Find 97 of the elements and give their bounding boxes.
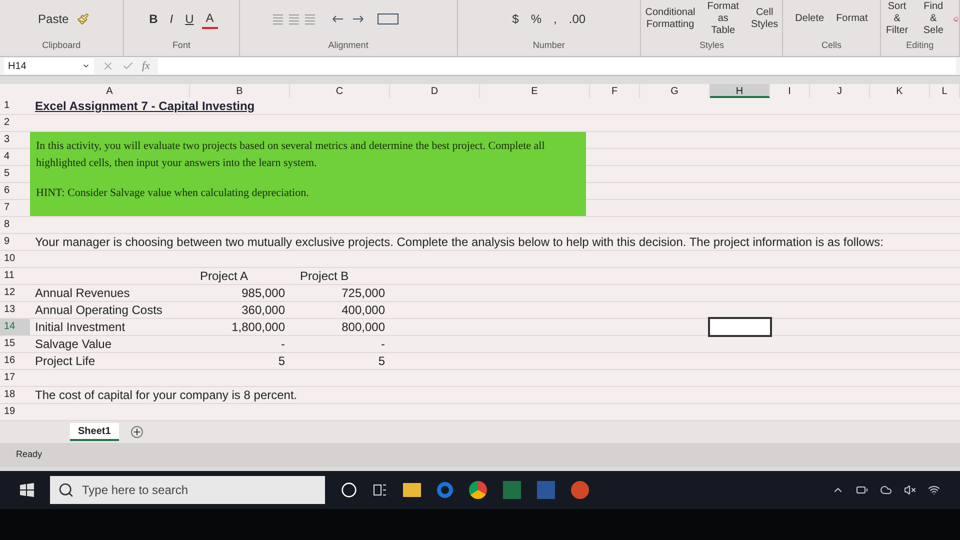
cell-text: - (281, 336, 286, 353)
column-header[interactable]: L (930, 84, 960, 98)
row-header[interactable]: 3 (0, 132, 30, 148)
cell-text: Salvage Value (34, 336, 112, 353)
group-label: Font (171, 38, 192, 52)
note-text: HINT: Consider Salvage value when calculating depreciation. (36, 186, 310, 201)
cell-text: Project B (300, 268, 349, 285)
cell-text: 800,000 (342, 319, 386, 336)
group-label: Clipboard (41, 38, 82, 52)
status-text: Ready (16, 448, 42, 462)
ribbon-button[interactable]: % (526, 10, 546, 28)
cell-text: 5 (378, 353, 386, 370)
ribbon-button[interactable]: Paste (34, 10, 73, 28)
cell-text: Project Life (34, 353, 96, 370)
ribbon-button[interactable]: Cell Styles (746, 7, 782, 32)
ribbon-button[interactable]: A (202, 9, 218, 30)
row-header[interactable]: 2 (0, 115, 30, 131)
cell-text: 725,000 (342, 285, 386, 302)
column-header[interactable]: I (770, 84, 810, 98)
row-header[interactable]: 11 (0, 268, 30, 284)
search-input[interactable]: Type here to search (82, 481, 317, 499)
ribbon-button[interactable]: Format (832, 13, 872, 26)
group-label: Alignment (327, 38, 370, 52)
ribbon-button[interactable]: Delete (791, 13, 828, 26)
row-header[interactable]: 10 (0, 251, 30, 267)
ribbon-button[interactable]: Format as Table (703, 1, 743, 38)
column-header[interactable]: F (590, 84, 640, 98)
row-header[interactable]: 18 (0, 387, 30, 403)
row-header[interactable]: 1 (0, 98, 30, 114)
group-label: Number (532, 38, 566, 52)
ribbon-button[interactable]: U (181, 10, 198, 28)
function-label[interactable]: fx (142, 58, 150, 74)
column-header[interactable]: C (290, 84, 390, 98)
row-header[interactable]: 7 (0, 200, 30, 216)
row-header[interactable]: 13 (0, 302, 30, 318)
row-header[interactable]: 9 (0, 234, 30, 250)
column-header[interactable]: D (390, 84, 480, 98)
row-header[interactable]: 5 (0, 166, 30, 182)
cell-text: 360,000 (242, 302, 286, 319)
column-header[interactable]: B (190, 84, 290, 98)
cell-text: The cost of capital for your company is 8 percent. (34, 387, 298, 404)
row-header[interactable]: 16 (0, 353, 30, 369)
column-header[interactable]: K (870, 84, 930, 98)
column-header[interactable]: H (710, 84, 770, 98)
cell-text: Annual Revenues (34, 285, 130, 302)
ribbon-button[interactable]: Conditional Formatting (641, 7, 700, 32)
search-icon (58, 482, 74, 498)
ribbon-button[interactable]: Find & Sele (917, 1, 950, 38)
windows-logo-icon[interactable] (20, 483, 34, 497)
column-header[interactable]: A (30, 84, 190, 98)
cell-text: Initial Investment (34, 319, 126, 336)
group-label: Editing (905, 38, 935, 52)
row-header[interactable]: 19 (0, 404, 30, 420)
cloud-icon[interactable] (880, 484, 892, 496)
cortana-icon[interactable] (341, 482, 357, 498)
ribbon-button[interactable]: Sort & Filter (880, 1, 914, 38)
search-field[interactable]: Type here to search (50, 476, 325, 504)
cell-text: Project A (200, 268, 248, 285)
chrome-icon[interactable] (469, 481, 487, 499)
note-text: In this activity, you will evaluate two projects based on several metrics and determine the best project. Complete all highlighted cells, then input your answers into the learn system. (36, 139, 546, 170)
row-header[interactable]: 4 (0, 149, 30, 165)
row-header[interactable]: 15 (0, 336, 30, 352)
ribbon-button[interactable]: .00 (564, 10, 590, 28)
column-header[interactable]: E (480, 84, 590, 98)
cell-text: 985,000 (242, 285, 286, 302)
group-label: Styles (698, 38, 725, 52)
add-sheet-icon[interactable] (130, 426, 143, 438)
formula-input[interactable] (158, 58, 956, 74)
cell-text: - (381, 336, 386, 353)
format-painter-icon[interactable] (76, 13, 89, 26)
row-header[interactable]: 6 (0, 183, 30, 199)
ribbon-button[interactable]: $ (508, 10, 523, 28)
mute-icon[interactable] (904, 484, 916, 496)
row-header[interactable]: 14 (0, 319, 30, 335)
caret-icon (82, 62, 90, 70)
browser-icon[interactable] (437, 482, 453, 498)
cell-text: Annual Operating Costs (34, 302, 162, 319)
ribbon-button[interactable]: B (145, 10, 162, 28)
task-view-icon[interactable] (373, 483, 387, 497)
cell-text: 400,000 (342, 302, 386, 319)
cell-text: 5 (278, 353, 286, 370)
presentation-app-icon[interactable] (571, 481, 589, 499)
group-label: Cells (820, 38, 842, 52)
check-icon[interactable] (122, 60, 134, 72)
row-header[interactable]: 12 (0, 285, 30, 301)
selected-cell[interactable] (710, 319, 770, 335)
row-header[interactable]: 17 (0, 370, 30, 386)
cell-text: Your manager is choosing between two mutually exclusive projects. Complete the analysis below to help with this decision. The project information is as follows: (34, 234, 884, 251)
ribbon-button[interactable]: I (166, 10, 178, 28)
cell-text: 1,800,000 (232, 319, 286, 336)
name-box[interactable]: H14 (4, 58, 94, 74)
sheet-tab[interactable]: Sheet1 (70, 423, 119, 441)
row-header[interactable]: 8 (0, 217, 30, 233)
ribbon-button[interactable]: , (550, 10, 561, 28)
battery-icon[interactable] (856, 484, 868, 496)
column-header[interactable]: J (810, 84, 870, 98)
cell-text: Excel Assignment 7 - Capital Investing (34, 98, 255, 115)
